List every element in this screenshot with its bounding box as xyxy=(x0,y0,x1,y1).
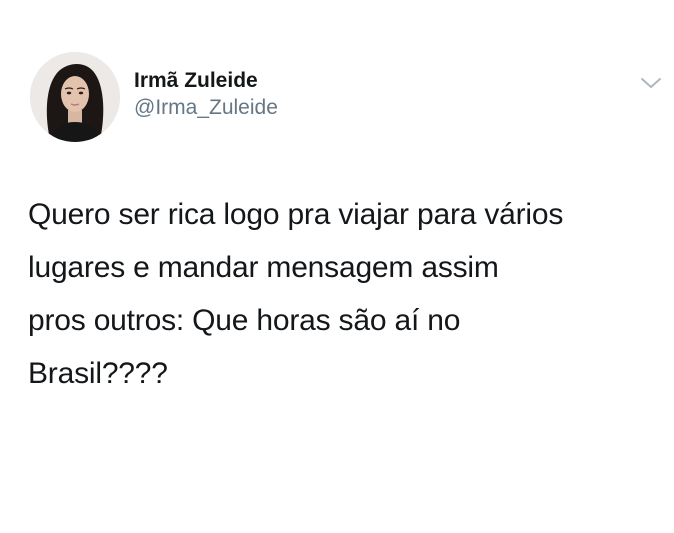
tweet-card: Irmã Zuleide @Irma_Zuleide Quero ser ric… xyxy=(0,0,674,533)
tweet-text: Quero ser rica logo pra viajar para vári… xyxy=(28,198,564,390)
profile-photo-icon xyxy=(30,52,120,142)
user-handle[interactable]: @Irma_Zuleide xyxy=(134,94,278,122)
chevron-down-icon[interactable] xyxy=(640,76,662,90)
avatar[interactable] xyxy=(30,52,120,142)
author-info: Irmã Zuleide @Irma_Zuleide xyxy=(134,68,278,122)
display-name[interactable]: Irmã Zuleide xyxy=(134,68,278,94)
